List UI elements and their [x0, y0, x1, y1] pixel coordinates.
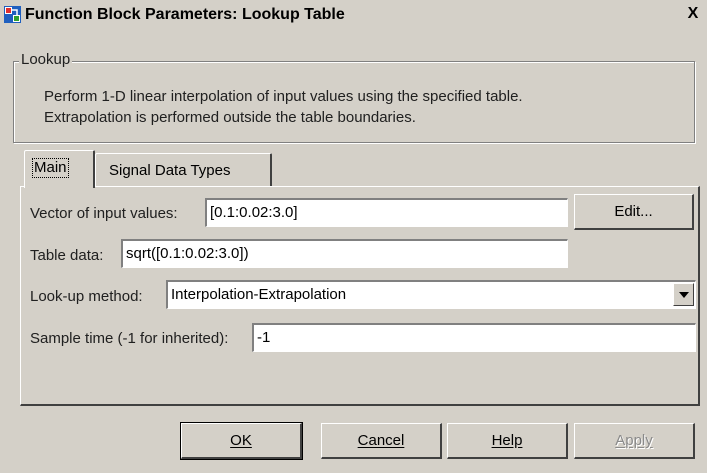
ok-button[interactable]: OK: [180, 422, 303, 460]
title-bar[interactable]: Function Block Parameters: Lookup Table …: [0, 0, 707, 30]
cancel-button-label: Cancel: [357, 432, 405, 449]
simulink-block-icon: [4, 6, 21, 23]
apply-button-label: Apply: [615, 432, 653, 449]
sample-time-field[interactable]: -1: [252, 323, 696, 352]
apply-button[interactable]: Apply: [574, 423, 695, 459]
lookup-method-select[interactable]: Interpolation-Extrapolation: [166, 280, 696, 309]
tab-signal-data-types[interactable]: Signal Data Types: [95, 153, 272, 187]
description-line-1: Perform 1-D linear interpolation of inpu…: [44, 88, 523, 105]
input-values-field[interactable]: [0.1:0.02:3.0]: [205, 198, 568, 227]
chevron-down-icon[interactable]: [673, 283, 694, 306]
description-line-2: Extrapolation is performed outside the t…: [44, 109, 416, 126]
lookup-method-value: Interpolation-Extrapolation: [171, 286, 347, 303]
help-button-label: Help: [491, 432, 523, 449]
tab-signal-data-types-label: Signal Data Types: [109, 162, 231, 179]
group-label: Lookup: [19, 51, 73, 68]
tab-main-label: Main: [32, 158, 69, 178]
help-button[interactable]: Help: [447, 423, 568, 459]
table-data-field[interactable]: sqrt([0.1:0.02:3.0]): [121, 239, 568, 268]
tab-main[interactable]: Main: [24, 150, 95, 188]
edit-button[interactable]: Edit...: [574, 194, 694, 230]
window-title: Function Block Parameters: Lookup Table: [25, 6, 345, 23]
cancel-button[interactable]: Cancel: [321, 423, 442, 459]
close-icon[interactable]: X: [685, 6, 701, 22]
ok-button-label: OK: [230, 432, 252, 449]
dialog-window: Function Block Parameters: Lookup Table …: [0, 0, 707, 473]
edit-button-label: Edit...: [614, 203, 653, 220]
